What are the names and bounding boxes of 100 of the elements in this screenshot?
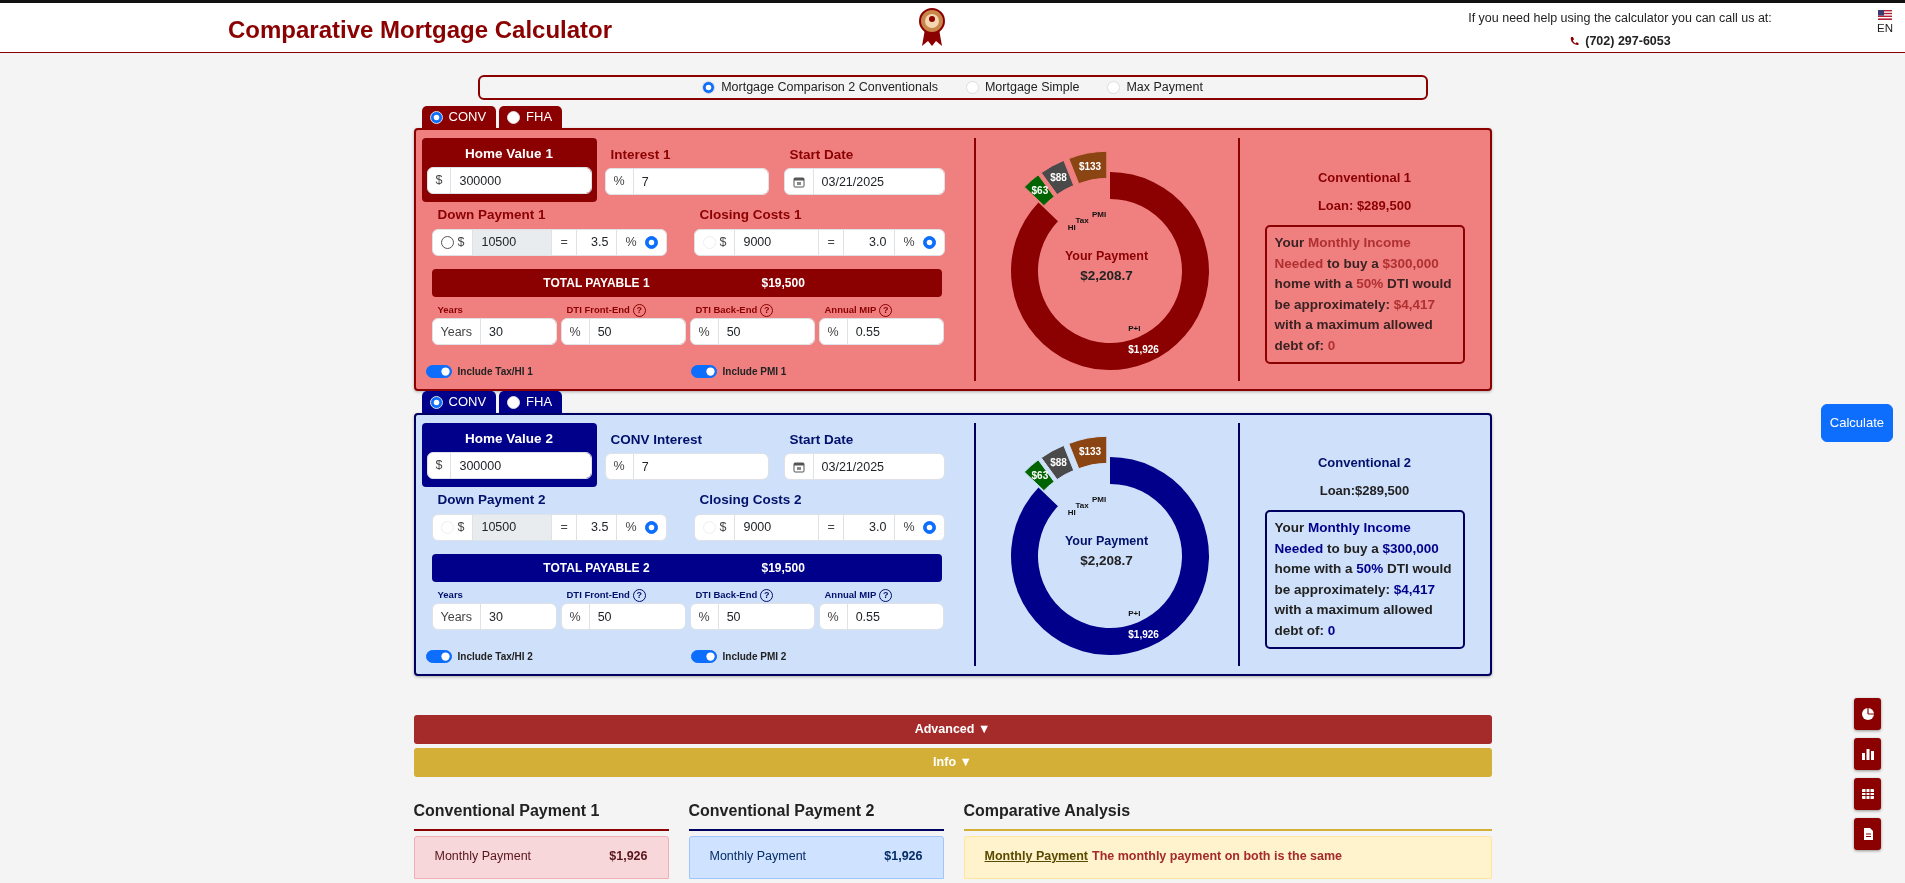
toggle-switch[interactable]	[425, 649, 452, 663]
analysis-label: Monthly Payment	[984, 848, 1088, 865]
calendar-icon[interactable]	[783, 453, 814, 481]
percent-symbol: %	[625, 233, 637, 251]
slice-label: P+I	[1127, 324, 1140, 333]
value-label: $63	[1031, 185, 1048, 197]
term-field[interactable]: 50	[588, 603, 686, 631]
field-label: Home Value 1	[464, 145, 554, 163]
field-label: Years	[437, 587, 463, 602]
option-label[interactable]: Max Payment	[1126, 78, 1203, 97]
toggle-label[interactable]: Include PMI 2	[722, 648, 787, 664]
document-button[interactable]	[1854, 818, 1881, 850]
loan-type-tab[interactable]: FHA	[499, 106, 563, 128]
input-prefix: $	[426, 167, 452, 195]
field-label: Start Date	[789, 146, 855, 164]
toggle-label[interactable]: Include Tax/HI 2	[457, 648, 533, 664]
value-label: $1,926	[1127, 629, 1159, 641]
table-icon	[1860, 787, 1875, 801]
percent-symbol: %	[903, 233, 915, 251]
option-label[interactable]: Mortgage Simple	[984, 78, 1080, 97]
value-label: $133	[1078, 445, 1101, 457]
help-text: If you need help using the calculator you can call us at:	[1468, 10, 1772, 27]
pie-chart-button[interactable]	[1854, 698, 1881, 730]
radio-button[interactable]	[922, 520, 936, 534]
loan-type-tab[interactable]: FHA	[499, 391, 563, 413]
income-note: Your Monthly Income Needed to buy a $300,000 home with a 50% DTI would be approximately: $4,417 with a maximum allowed debt of: 0	[1264, 225, 1465, 364]
interest-field[interactable]: 7	[632, 453, 769, 481]
field-label: Years	[437, 302, 463, 317]
slice-label: HI	[1067, 223, 1076, 233]
amount-field[interactable]: 9000	[734, 513, 820, 541]
field-label: Annual MIP	[824, 302, 877, 317]
radio-button[interactable]	[644, 520, 658, 534]
summary-title: Conventional 2	[1317, 454, 1412, 472]
section-heading: Comparative Analysis	[963, 799, 1492, 831]
toggle-switch[interactable]	[690, 364, 717, 378]
term-field[interactable]: 50	[717, 603, 815, 631]
field-label: Closing Costs 1	[699, 206, 803, 225]
interest-field[interactable]: 7	[632, 168, 769, 196]
phone-icon	[1569, 36, 1580, 47]
bar-chart-button[interactable]	[1854, 738, 1881, 770]
calculate-button[interactable]: Calculate	[1820, 404, 1893, 442]
total-label: TOTAL PAYABLE 2	[542, 559, 651, 577]
section-heading: Conventional Payment 1	[413, 799, 669, 831]
field-label: Home Value 2	[464, 430, 554, 448]
toggle-label[interactable]: Include Tax/HI 1	[457, 363, 533, 379]
total-label: TOTAL PAYABLE 1	[542, 274, 651, 292]
percent-field[interactable]: 3.5	[575, 228, 618, 256]
percent-field[interactable]: 3.0	[842, 513, 896, 541]
chart-slice[interactable]	[1067, 150, 1107, 185]
term-field[interactable]: 50	[588, 318, 686, 346]
calendar-icon[interactable]	[783, 168, 814, 196]
language-label[interactable]: EN	[1877, 20, 1893, 38]
date-field[interactable]: 03/21/2025	[812, 168, 945, 196]
percent-field[interactable]: 3.5	[575, 513, 618, 541]
radio-button[interactable]	[644, 235, 658, 249]
amount-field[interactable]: 10500	[472, 513, 553, 541]
total-value: $19,500	[761, 559, 805, 577]
home-value-field[interactable]: 300000	[450, 167, 592, 195]
payment-label: Your Payment	[1063, 248, 1150, 265]
field-label: DTI Back-End	[695, 302, 758, 317]
input-prefix: %	[604, 168, 634, 196]
app-title: Comparative Mortgage Calculator	[228, 15, 613, 45]
field-label: CONV Interest	[610, 431, 704, 449]
field-label: Interest 1	[610, 146, 672, 164]
slice-label: P+I	[1127, 609, 1140, 618]
home-value-field[interactable]: 300000	[450, 452, 592, 480]
term-field[interactable]: 30	[480, 603, 557, 631]
toggle-switch[interactable]	[690, 649, 717, 663]
toggle-switch[interactable]	[425, 364, 452, 378]
currency-symbol: $	[457, 518, 465, 536]
percent-field[interactable]: 3.0	[842, 228, 896, 256]
toggle-label[interactable]: Include PMI 1	[722, 363, 787, 379]
flag-icon[interactable]	[1878, 10, 1892, 20]
table-button[interactable]	[1854, 778, 1881, 810]
amount-field[interactable]: 10500	[472, 228, 553, 256]
loan-amount: Loan:$289,500	[1319, 481, 1410, 500]
radio-button[interactable]	[922, 235, 936, 249]
input-prefix: %	[818, 603, 848, 631]
field-label: DTI Front-End	[566, 302, 630, 317]
radio-button[interactable]	[440, 235, 454, 249]
amount-field[interactable]: 9000	[734, 228, 820, 256]
term-field[interactable]: 0.55	[846, 318, 944, 346]
chart-slice[interactable]	[1010, 457, 1209, 655]
phone-number[interactable]: (702) 297-6053	[1585, 31, 1671, 51]
slice-label: PMI	[1091, 210, 1106, 219]
row-label: Monthly Payment	[709, 848, 807, 865]
term-field[interactable]: 30	[480, 318, 557, 346]
medal-icon	[918, 7, 946, 47]
pie-chart-icon	[1860, 707, 1875, 721]
loan-type-tab[interactable]: CONV	[421, 391, 497, 413]
option-label[interactable]: Mortgage Comparison 2 Conventionals	[721, 78, 938, 97]
term-field[interactable]: 50	[717, 318, 815, 346]
date-field[interactable]: 03/21/2025	[812, 453, 945, 481]
slice-label: Tax	[1074, 501, 1089, 511]
advanced-toggle-bar[interactable]: Advanced ▼	[413, 715, 1492, 744]
equals-sign: =	[551, 513, 577, 541]
value-label: $88	[1049, 457, 1067, 469]
loan-type-tab[interactable]: CONV	[421, 106, 497, 128]
section-heading: Conventional Payment 2	[688, 799, 944, 831]
term-field[interactable]: 0.55	[846, 603, 944, 631]
